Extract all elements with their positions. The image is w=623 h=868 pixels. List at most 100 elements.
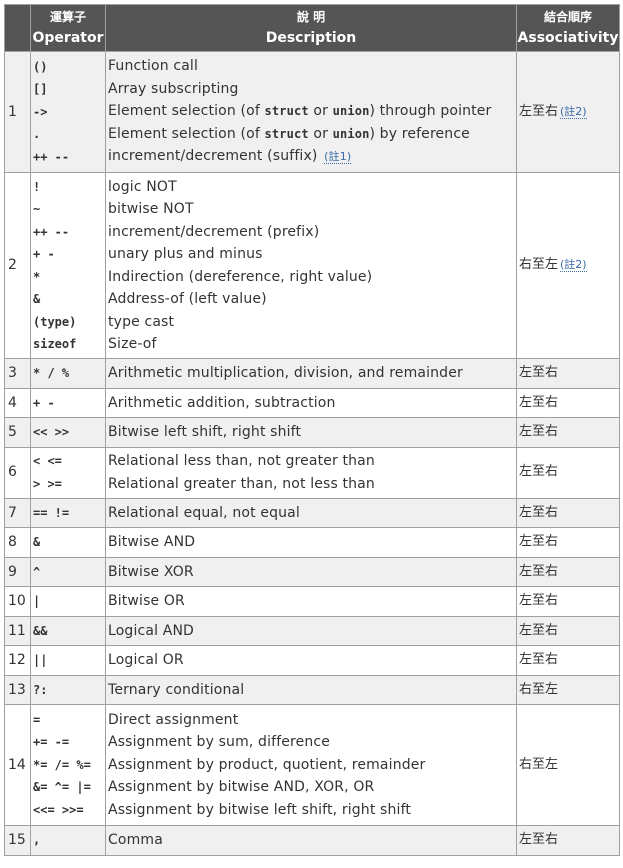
description: bitwise NOT — [108, 201, 194, 217]
associativity-cell: 左至右 — [516, 586, 620, 617]
associativity-cell: 左至右 — [516, 497, 620, 528]
table-row: 3 * / % Arithmetic multiplication, divis… — [4, 358, 620, 389]
table-row: 1 () [] -> . ++ -- Function call Array s… — [4, 51, 620, 173]
associativity-cell: 左至右 — [516, 645, 620, 676]
precedence-number: 11 — [4, 615, 31, 646]
operator: *= /= %= — [33, 757, 91, 772]
operator: + - — [33, 247, 55, 261]
operator-cell: < <= > >= — [30, 446, 106, 499]
operator: () — [33, 59, 48, 74]
description: increment/decrement (suffix) (註1) — [108, 148, 352, 165]
operator: ^ — [30, 556, 106, 587]
associativity-cell: 左至右 — [516, 615, 620, 646]
description: Bitwise left shift, right shift — [105, 417, 517, 448]
description: Indirection (dereference, right value) — [108, 268, 373, 285]
table-row: 6 < <= > >= Relational less than, not gr… — [4, 446, 620, 499]
table-row: 12 || Logical OR 左至右 — [4, 645, 620, 676]
associativity-cell: 左至右 — [516, 417, 620, 448]
description: Arithmetic multiplication, division, and… — [105, 358, 517, 389]
description: Assignment by product, quotient, remaind… — [108, 756, 426, 773]
footnote-link-2[interactable]: (註2) — [560, 104, 587, 119]
description-cell: Relational less than, not greater than R… — [105, 446, 517, 499]
precedence-number: 13 — [4, 674, 31, 705]
operator: ~ — [33, 202, 41, 216]
table-row: 5 << >> Bitwise left shift, right shift … — [4, 417, 620, 448]
description: Direct assignment — [108, 711, 239, 728]
header-precedence — [4, 4, 31, 52]
description: Element selection (of struct or union) t… — [108, 103, 492, 120]
struct-keyword: struct — [264, 104, 309, 119]
header-associativity: 結合順序 Associativity — [516, 4, 620, 52]
header-description-zh: 說 明 — [296, 10, 326, 24]
footnote-link-1[interactable]: (註1) — [324, 150, 352, 165]
operator: ?: — [30, 674, 106, 705]
associativity-cell: 左至右 — [516, 446, 620, 499]
operator: , — [30, 825, 106, 856]
operator: << >> — [30, 417, 106, 448]
precedence-number: 4 — [4, 387, 31, 418]
description: Size-of — [108, 336, 157, 352]
union-keyword: union — [332, 104, 370, 119]
operator: * — [33, 269, 41, 284]
description: Element selection (of struct or union) b… — [108, 125, 470, 142]
operator: || — [30, 645, 106, 676]
operator: * / % — [30, 358, 106, 389]
operator: & — [30, 527, 106, 558]
operator: | — [30, 586, 106, 617]
associativity-cell: 左至右 (註2) — [516, 51, 620, 173]
associativity-cell: 右至左 (註2) — [516, 172, 620, 359]
description-cell: logic NOT bitwise NOT increment/decremen… — [105, 172, 517, 359]
header-operator: 運算子 Operator — [30, 4, 106, 52]
associativity-cell: 左至右 — [516, 527, 620, 558]
operator: (type) — [33, 314, 77, 329]
header-operator-en: Operator — [32, 30, 104, 46]
operator: <<= >>= — [33, 802, 84, 817]
table-row: 11 && Logical AND 左至右 — [4, 615, 620, 646]
description: Relational greater than, not less than — [108, 475, 375, 492]
description: Arithmetic addition, subtraction — [105, 387, 517, 418]
operator: += -= — [33, 735, 70, 750]
footnote-link-2[interactable]: (註2) — [560, 258, 587, 273]
description: Assignment by bitwise AND, XOR, OR — [108, 779, 375, 796]
precedence-number: 8 — [4, 527, 31, 558]
header-description-en: Description — [265, 30, 357, 46]
table-row: 10 | Bitwise OR 左至右 — [4, 586, 620, 617]
operator-cell: () [] -> . ++ -- — [30, 51, 106, 173]
struct-keyword: struct — [264, 126, 309, 141]
associativity-cell: 左至右 — [516, 387, 620, 418]
precedence-number: 14 — [4, 704, 31, 826]
associativity-cell: 右至左 — [516, 674, 620, 705]
description: Logical AND — [105, 615, 517, 646]
operator: = — [33, 712, 41, 727]
associativity-cell: 左至右 — [516, 825, 620, 856]
description: type cast — [108, 313, 175, 330]
header-associativity-en: Associativity — [517, 30, 619, 46]
table-row: 4 + - Arithmetic addition, subtraction 左… — [4, 387, 620, 418]
precedence-number: 3 — [4, 358, 31, 389]
description: Ternary conditional — [105, 674, 517, 705]
table-row: 7 == != Relational equal, not equal 左至右 — [4, 497, 620, 528]
description: logic NOT — [108, 178, 177, 195]
header-description: 說 明 Description — [105, 4, 517, 52]
table-row: 13 ?: Ternary conditional 右至左 — [4, 674, 620, 705]
description: Relational less than, not greater than — [108, 453, 375, 469]
table-row: 14 = += -= *= /= %= &= ^= |= <<= >>= Dir… — [4, 704, 620, 826]
union-keyword: union — [332, 126, 370, 141]
precedence-number: 15 — [4, 825, 31, 856]
associativity-cell: 左至右 — [516, 556, 620, 587]
description: Relational equal, not equal — [105, 497, 517, 528]
operator: < <= — [33, 454, 62, 468]
precedence-number: 12 — [4, 645, 31, 676]
description: Bitwise AND — [105, 527, 517, 558]
precedence-number: 5 — [4, 417, 31, 448]
operator: && — [30, 615, 106, 646]
table-row: 8 & Bitwise AND 左至右 — [4, 527, 620, 558]
precedence-number: 10 — [4, 586, 31, 617]
associativity-cell: 左至右 — [516, 358, 620, 389]
operator: sizeof — [33, 337, 77, 351]
description: Address-of (left value) — [108, 291, 267, 307]
description: Bitwise OR — [105, 586, 517, 617]
description: Assignment by bitwise left shift, right … — [108, 801, 412, 818]
description: Array subscripting — [108, 80, 239, 97]
description: Comma — [105, 825, 517, 856]
